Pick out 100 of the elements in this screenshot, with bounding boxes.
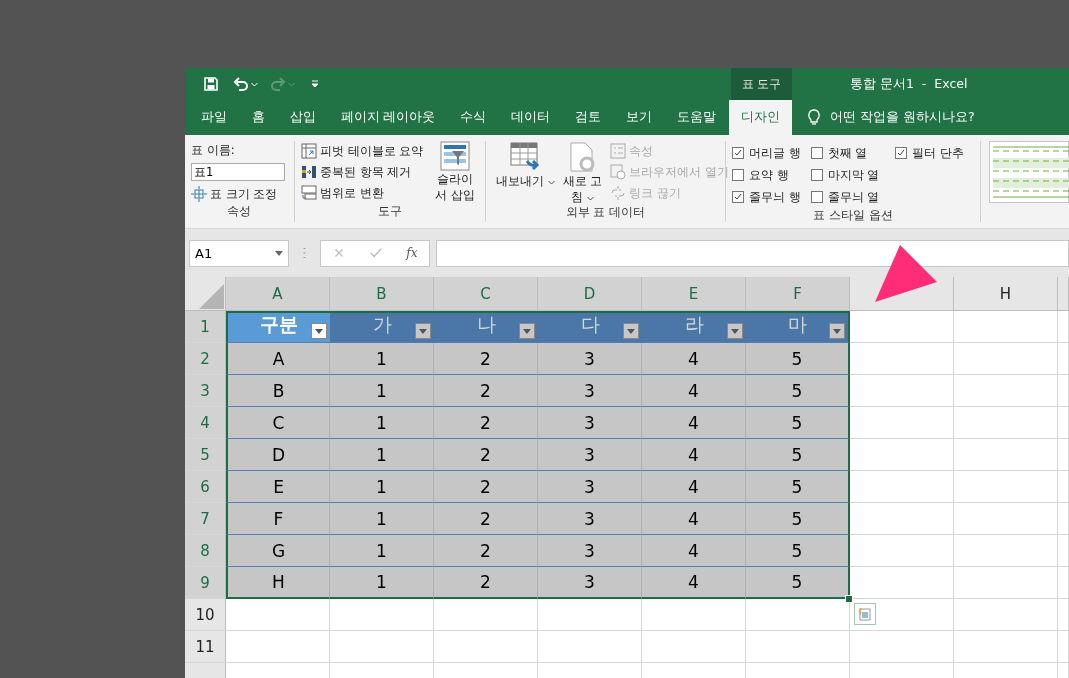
table-cell: 3 bbox=[538, 375, 642, 407]
column-header[interactable]: C bbox=[434, 277, 538, 311]
search-placeholder[interactable]: 어떤 작업을 원하시나요? bbox=[830, 109, 975, 126]
empty-cell[interactable] bbox=[330, 599, 434, 631]
column-header[interactable]: H bbox=[954, 277, 1058, 311]
empty-cell[interactable] bbox=[954, 471, 1058, 503]
row-header[interactable]: 10 bbox=[185, 599, 226, 631]
table-header-cell[interactable]: 가 bbox=[330, 311, 434, 343]
empty-cell[interactable] bbox=[330, 631, 434, 663]
row-header[interactable]: 1 bbox=[185, 311, 226, 343]
empty-cell[interactable] bbox=[954, 599, 1058, 631]
fill-handle[interactable] bbox=[845, 595, 853, 603]
customize-toolbar-icon[interactable] bbox=[311, 80, 319, 88]
row-header[interactable]: 5 bbox=[185, 439, 226, 471]
filter-button[interactable] bbox=[415, 323, 431, 339]
row-header[interactable]: 3 bbox=[185, 375, 226, 407]
empty-cell[interactable] bbox=[642, 631, 746, 663]
ribbon-tab[interactable]: 수식 bbox=[448, 100, 499, 135]
table-cell: H bbox=[226, 567, 330, 599]
column-header[interactable]: D bbox=[538, 277, 642, 311]
ribbon-tab[interactable]: 파일 bbox=[188, 100, 239, 135]
checkbox-label: 줄무늬 열 bbox=[827, 189, 880, 205]
checkbox[interactable] bbox=[731, 147, 744, 159]
empty-cell[interactable] bbox=[850, 631, 954, 663]
insert-slicer-button[interactable]: 슬라이 서 삽입 bbox=[431, 141, 479, 204]
empty-cell[interactable] bbox=[954, 631, 1058, 663]
empty-cell[interactable] bbox=[1058, 439, 1069, 471]
column-header[interactable]: E bbox=[642, 277, 746, 311]
checkbox[interactable] bbox=[731, 191, 744, 203]
empty-cell[interactable] bbox=[1058, 631, 1069, 663]
empty-cell[interactable] bbox=[538, 631, 642, 663]
empty-cell[interactable] bbox=[1058, 375, 1069, 407]
empty-cell[interactable] bbox=[954, 439, 1058, 471]
column-header[interactable]: B bbox=[330, 277, 434, 311]
empty-cell[interactable] bbox=[538, 599, 642, 631]
ribbon-button[interactable]: 범위로 변환 bbox=[300, 185, 424, 201]
checkbox[interactable] bbox=[731, 169, 744, 181]
empty-cell[interactable] bbox=[642, 599, 746, 631]
row-header[interactable]: 8 bbox=[185, 535, 226, 567]
ribbon-tab[interactable]: 보기 bbox=[614, 100, 665, 135]
ribbon-tab[interactable]: 도움말 bbox=[665, 100, 729, 135]
resize-table-button[interactable]: 표 크기 조정 bbox=[191, 186, 285, 202]
table-header-cell[interactable]: 나 bbox=[434, 311, 538, 343]
empty-cell[interactable] bbox=[954, 375, 1058, 407]
empty-cell[interactable] bbox=[954, 343, 1058, 375]
filter-button[interactable] bbox=[311, 323, 327, 339]
formula-input[interactable] bbox=[436, 239, 1069, 267]
checkbox-label: 마지막 열 bbox=[827, 167, 880, 183]
checkbox[interactable] bbox=[810, 147, 823, 159]
table-header-cell[interactable]: 라 bbox=[642, 311, 746, 343]
empty-cell[interactable] bbox=[1058, 599, 1069, 631]
empty-cell[interactable] bbox=[434, 631, 538, 663]
ribbon-button[interactable]: 중복된 항목 제거 bbox=[300, 164, 424, 180]
column-header[interactable]: A bbox=[226, 277, 330, 311]
table-style-preview[interactable] bbox=[989, 141, 1069, 203]
row-header[interactable]: 11 bbox=[185, 631, 226, 663]
row-header[interactable]: 6 bbox=[185, 471, 226, 503]
ribbon-tab[interactable]: 삽입 bbox=[277, 100, 328, 135]
empty-cell[interactable] bbox=[954, 407, 1058, 439]
empty-cell[interactable] bbox=[1058, 471, 1069, 503]
select-all-icon[interactable] bbox=[197, 282, 225, 310]
table-header-cell[interactable]: 구분 bbox=[226, 311, 330, 343]
ribbon-tab[interactable]: 데이터 bbox=[499, 100, 563, 135]
empty-cell[interactable] bbox=[746, 631, 850, 663]
empty-cell[interactable] bbox=[954, 311, 1058, 343]
column-header[interactable]: F bbox=[746, 277, 850, 311]
filter-button[interactable] bbox=[829, 323, 845, 339]
empty-cell[interactable] bbox=[954, 503, 1058, 535]
refresh-button[interactable]: 새로 고 침 bbox=[558, 141, 607, 205]
export-button[interactable]: 내보내기 bbox=[491, 141, 559, 205]
ribbon-button[interactable]: 피벗 테이블로 요약 bbox=[300, 143, 424, 159]
row-header[interactable]: 4 bbox=[185, 407, 226, 439]
empty-cell[interactable] bbox=[954, 535, 1058, 567]
empty-cell[interactable] bbox=[1058, 407, 1069, 439]
checkbox[interactable] bbox=[810, 191, 823, 203]
empty-cell[interactable] bbox=[1058, 567, 1069, 599]
empty-cell[interactable] bbox=[1058, 503, 1069, 535]
table-name-field[interactable]: 표1 bbox=[191, 163, 285, 181]
filter-button[interactable] bbox=[623, 323, 639, 339]
ribbon-tab[interactable]: 홈 bbox=[239, 100, 277, 135]
ribbon-tab[interactable]: 디자인 bbox=[729, 100, 792, 135]
column-header[interactable] bbox=[1058, 277, 1069, 311]
table-header-cell[interactable]: 다 bbox=[538, 311, 642, 343]
empty-cell[interactable] bbox=[954, 567, 1058, 599]
filter-button[interactable] bbox=[519, 323, 535, 339]
row-header[interactable]: 7 bbox=[185, 503, 226, 535]
ribbon-tab[interactable]: 페이지 레이아웃 bbox=[328, 100, 448, 135]
checkbox[interactable] bbox=[895, 147, 908, 159]
checkbox[interactable] bbox=[810, 169, 823, 181]
empty-cell[interactable] bbox=[1058, 535, 1069, 567]
name-box[interactable]: A1 bbox=[189, 239, 289, 267]
insert-function-button[interactable]: fx bbox=[406, 246, 418, 260]
row-header[interactable]: 9 bbox=[185, 567, 226, 599]
filter-button[interactable] bbox=[727, 323, 743, 339]
ribbon-tab[interactable]: 검토 bbox=[563, 100, 614, 135]
row-header[interactable]: 2 bbox=[185, 343, 226, 375]
empty-cell[interactable] bbox=[1058, 343, 1069, 375]
table-cell: 5 bbox=[746, 567, 850, 599]
table-header-cell[interactable]: 마 bbox=[746, 311, 850, 343]
empty-cell[interactable] bbox=[434, 599, 538, 631]
